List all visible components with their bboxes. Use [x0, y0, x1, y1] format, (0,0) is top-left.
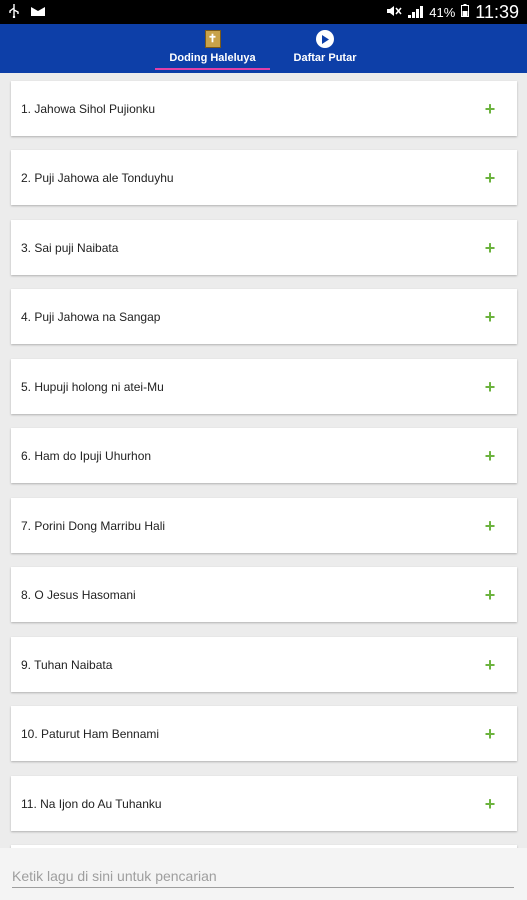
list-item[interactable]: 11. Na Ijon do Au Tuhanku +: [11, 776, 517, 831]
notification-icon: [30, 5, 46, 20]
mute-icon: [386, 5, 402, 20]
search-bar: [0, 848, 527, 900]
song-title: 4. Puji Jahowa na Sangap: [21, 309, 161, 324]
status-left: [8, 3, 46, 21]
song-title: 5. Hupuji holong ni atei-Mu: [21, 379, 164, 394]
app-bar: ✝ Doding Haleluya Daftar Putar: [0, 24, 527, 73]
add-icon[interactable]: +: [473, 447, 507, 465]
add-icon[interactable]: +: [473, 378, 507, 396]
add-icon[interactable]: +: [473, 100, 507, 118]
song-title: 11. Na Ijon do Au Tuhanku: [21, 796, 162, 811]
song-title: 3. Sai puji Naibata: [21, 240, 119, 255]
list-item[interactable]: 6. Ham do Ipuji Uhurhon +: [11, 428, 517, 483]
usb-icon: [8, 3, 20, 21]
song-title: 7. Porini Dong Marribu Hali: [21, 518, 166, 533]
tab-doding-haleluya[interactable]: ✝ Doding Haleluya: [155, 24, 270, 73]
list-item[interactable]: 1. Jahowa Sihol Pujionku +: [11, 81, 517, 136]
add-icon[interactable]: +: [473, 517, 507, 535]
list-item[interactable]: 5. Hupuji holong ni atei-Mu +: [11, 359, 517, 414]
add-icon[interactable]: +: [473, 586, 507, 604]
song-title: 6. Ham do Ipuji Uhurhon: [21, 448, 152, 463]
add-icon[interactable]: +: [473, 239, 507, 257]
list-item[interactable]: 3. Sai puji Naibata +: [11, 220, 517, 275]
add-icon[interactable]: +: [473, 725, 507, 743]
list-item[interactable]: 7. Porini Dong Marribu Hali +: [11, 498, 517, 553]
song-title: 2. Puji Jahowa ale Tonduyhu: [21, 170, 174, 185]
status-bar: 41% 11:39: [0, 0, 527, 24]
tab-label: Daftar Putar: [293, 52, 357, 64]
song-title: 10. Paturut Ham Bennami: [21, 726, 160, 741]
search-input[interactable]: [12, 864, 514, 888]
active-tab-indicator: [155, 68, 270, 70]
list-item[interactable]: 8. O Jesus Hasomani +: [11, 567, 517, 622]
battery-percent: 41%: [429, 4, 456, 20]
list-item[interactable]: 10. Paturut Ham Bennami +: [11, 706, 517, 761]
play-circle-icon: [316, 30, 334, 48]
add-icon[interactable]: +: [473, 656, 507, 674]
status-right: 41% 11:39: [386, 2, 519, 23]
list-item[interactable]: 9. Tuhan Naibata +: [11, 637, 517, 692]
song-title: 9. Tuhan Naibata: [21, 657, 113, 672]
list-item[interactable]: 4. Puji Jahowa na Sangap +: [11, 289, 517, 344]
book-icon: ✝: [204, 30, 221, 48]
signal-icon: [408, 6, 424, 18]
song-title: 1. Jahowa Sihol Pujionku: [21, 101, 156, 116]
tab-daftar-putar[interactable]: Daftar Putar: [285, 24, 365, 73]
clock: 11:39: [475, 1, 519, 22]
song-title: 8. O Jesus Hasomani: [21, 587, 136, 602]
add-icon[interactable]: +: [473, 169, 507, 187]
battery-icon: [461, 4, 470, 20]
song-list[interactable]: 1. Jahowa Sihol Pujionku + 2. Puji Jahow…: [0, 73, 527, 848]
add-icon[interactable]: +: [473, 795, 507, 813]
add-icon[interactable]: +: [473, 308, 507, 326]
tab-label: Doding Haleluya: [169, 52, 256, 64]
list-item[interactable]: 2. Puji Jahowa ale Tonduyhu +: [11, 150, 517, 205]
